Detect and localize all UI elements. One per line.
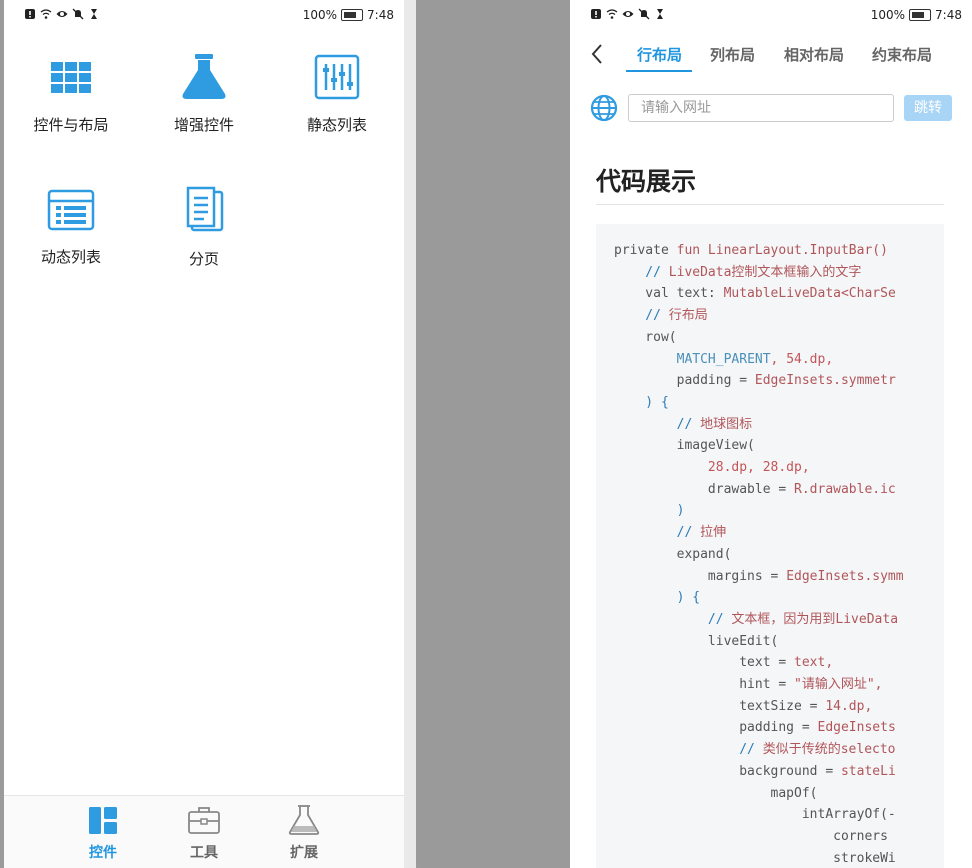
background-panel [416,0,570,868]
code-line: mapOf( [614,785,818,801]
code-line: ) { [614,590,701,606]
clock: 7:48 [935,8,962,22]
back-arrow-icon[interactable] [590,42,604,66]
code-line: intArrayOf(- [614,807,896,823]
code-block[interactable]: private fun LinearLayout.InputBar() // L… [596,224,944,868]
home-item-widgets-layout[interactable]: 控件与布局 [6,54,136,135]
nav-tab-widgets[interactable]: 控件 [73,804,133,862]
nav-tab-tools[interactable]: 工具 [174,804,234,862]
home-item-label: 静态列表 [306,116,367,134]
code-line: ) [614,503,685,519]
home-item-label: 增强控件 [173,116,234,134]
code-line: hint = "请输入网址", [614,677,883,693]
active-tab-indicator [626,70,692,72]
nav-tab-label: 控件 [89,845,117,861]
code-line: // 地球图标 [614,416,753,432]
url-input[interactable]: 请输入网址 [628,94,894,122]
home-item-paging[interactable]: 分页 [139,186,269,269]
code-line: // 拉伸 [614,525,727,541]
code-line: padding = EdgeInsets.symmetr [614,373,896,389]
wifi-icon [606,9,618,19]
detail-screen: 100% 7:48 行布局 列布局 相对布局 约束布局 请输入网址 跳转 代码展… [570,0,972,868]
home-item-dynamic-list[interactable]: 动态列表 [6,188,136,267]
home-item-label: 动态列表 [40,248,101,266]
battery-percent: 100% [302,8,338,22]
window-gap [404,0,416,868]
code-line: expand( [614,546,732,562]
go-button[interactable]: 跳转 [904,95,952,121]
widgets-icon [89,807,117,834]
code-line: corners [614,828,888,844]
code-line: strokeWi [614,850,896,866]
alert-icon [591,9,601,19]
code-line: row( [614,329,677,345]
code-line: // 行布局 [614,308,708,324]
eye-icon [56,11,68,17]
mute-bell-icon [638,8,650,20]
globe-icon [590,94,618,122]
code-line: ) { [614,394,669,410]
sliders-list-icon [314,54,360,100]
code-line: margins = EdgeInsets.symm [614,568,904,584]
code-line: MATCH_PARENT, 54.dp, [676,351,834,367]
code-text: private fun LinearLayout.InputBar() // L… [614,240,904,868]
code-line: // 类似于传统的selecto [614,742,896,758]
flask-outline-icon [288,805,320,835]
code-line: val text: MutableLiveData<CharSe [614,286,896,302]
nav-tab-extensions[interactable]: 扩展 [274,804,334,862]
mute-bell-icon [72,8,84,20]
home-item-label: 分页 [188,250,219,268]
battery-icon [341,9,364,21]
table-list-icon [47,189,95,231]
home-item-enhanced-widgets[interactable]: 增强控件 [139,54,269,135]
home-item-static-list[interactable]: 静态列表 [272,54,402,135]
nav-tab-label: 工具 [190,845,218,861]
code-line: imageView( [614,438,755,454]
url-bar: 请输入网址 跳转 [570,92,972,128]
hourglass-icon [91,9,97,19]
code-line: text = text, [614,655,834,671]
code-line: background = stateLi [614,763,896,779]
clock: 7:48 [367,8,394,22]
wifi-icon [40,9,52,19]
code-line: // LiveData控制文本框输入的文字 [614,264,862,280]
code-line: liveEdit( [614,633,779,649]
home-screen: 100% 7:48 控件与布局 增强控件 静态列表 动态列表 分页 控件 工具 … [4,0,404,868]
code-line: 28.dp, 28.dp, [614,460,810,476]
nav-tab-label: 扩展 [290,845,318,861]
flask-icon [182,54,226,99]
code-line: textSize = 14.dp, [614,698,873,714]
toolbox-icon [188,807,220,834]
tab-bar: 行布局 列布局 相对布局 约束布局 [570,36,972,76]
code-line: // 文本框，因为用到LiveData [614,611,899,627]
grid-icon [51,62,91,93]
hourglass-icon [657,9,663,19]
code-line: drawable = R.drawable.ic [614,481,896,497]
tab-relative-layout[interactable]: 相对布局 [784,44,844,65]
status-bar: 100% 7:48 [4,0,404,32]
divider [596,204,944,205]
tab-row-layout[interactable]: 行布局 [637,44,682,65]
tab-column-layout[interactable]: 列布局 [710,44,755,65]
code-line: private fun LinearLayout.InputBar() [614,243,888,258]
eye-icon [622,11,634,17]
tab-constraint-layout[interactable]: 约束布局 [872,44,932,65]
alert-icon [25,9,35,19]
bottom-navigation: 控件 工具 扩展 [4,795,404,868]
pages-icon [186,186,224,232]
status-bar: 100% 7:48 [570,0,972,32]
home-item-label: 控件与布局 [33,116,109,134]
section-title: 代码展示 [596,167,697,196]
battery-percent: 100% [870,8,906,22]
content-area: 代码展示 private fun LinearLayout.InputBar()… [570,140,972,868]
code-line: padding = EdgeInsets [614,720,896,736]
battery-icon [909,9,932,21]
